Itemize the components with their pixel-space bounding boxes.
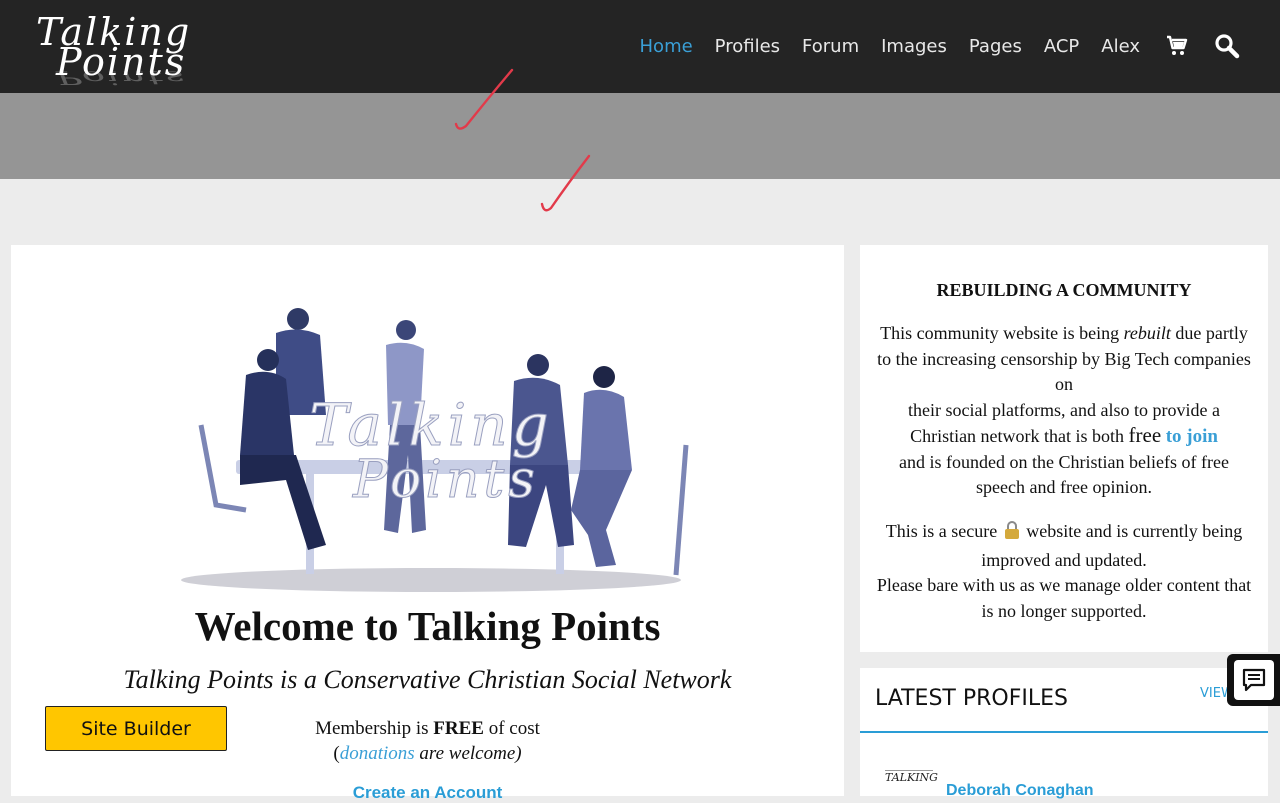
page-title: Welcome to Talking Points <box>194 603 661 649</box>
community-title: REBUILDING A COMMUNITY <box>936 280 1192 300</box>
community-paragraph-1: This community website is being rebuilt … <box>874 321 1254 501</box>
latest-profiles-title: LATEST PROFILES <box>875 686 1068 711</box>
annotation-checkmark-2 <box>540 154 591 212</box>
cart-icon[interactable] <box>1164 33 1190 59</box>
lock-icon <box>1002 520 1022 548</box>
logo-line2: Points <box>56 40 187 84</box>
p2-text-a: This is a secure <box>885 521 998 541</box>
profile-avatar[interactable]: TALKING <box>885 770 938 797</box>
site-logo[interactable]: Talking Points Points <box>34 12 214 89</box>
p2-text-c: Please bare with us as we manage older c… <box>876 575 1252 621</box>
community-info-panel: REBUILDING A COMMUNITY This community we… <box>860 245 1268 652</box>
hero-overlay-line2: Points <box>352 450 539 510</box>
nav-images[interactable]: Images <box>881 36 947 57</box>
nav-home[interactable]: Home <box>640 36 693 57</box>
nav-user-alex[interactable]: Alex <box>1101 36 1140 57</box>
hero-overlay-line1: Talking <box>309 391 553 459</box>
main-nav: Home Profiles Forum Images Pages ACP Ale… <box>618 30 1240 62</box>
chat-icon <box>1233 660 1274 700</box>
join-link[interactable]: to join <box>1166 426 1218 447</box>
nav-pages[interactable]: Pages <box>969 36 1022 57</box>
donations-suffix: are welcome) <box>414 743 522 764</box>
community-paragraph-2: This is a secure website and is currentl… <box>874 519 1254 624</box>
annotation-checkmark-1 <box>454 68 514 130</box>
top-navbar: Talking Points Points Home Profiles Foru… <box>0 0 1280 93</box>
p1-rebuilt: rebuilt <box>1123 323 1171 343</box>
team-meeting-illustration: Talking Points <box>181 308 689 592</box>
p1-free: free <box>1128 423 1162 447</box>
hero-banner-band <box>0 93 1280 179</box>
page-tagline: Talking Points is a Conservative Christi… <box>123 665 732 694</box>
membership-free: FREE <box>433 718 484 739</box>
nav-forum[interactable]: Forum <box>802 36 859 57</box>
site-builder-button[interactable]: Site Builder <box>45 706 227 751</box>
donations-link[interactable]: donations <box>340 743 415 764</box>
membership-prefix: Membership is <box>315 718 434 739</box>
p1-text-d: and is founded on the Christian beliefs … <box>899 451 1229 498</box>
latest-profiles-panel: LATEST PROFILES VIEW TALKING Deborah Con… <box>860 668 1268 799</box>
section-divider <box>860 731 1268 733</box>
create-account-link[interactable]: Create an Account <box>11 783 844 803</box>
membership-suffix: of cost <box>483 718 540 739</box>
search-icon[interactable] <box>1214 33 1240 59</box>
nav-acp[interactable]: ACP <box>1044 36 1079 57</box>
profile-name-link[interactable]: Deborah Conaghan <box>946 782 1094 800</box>
chat-widget-button[interactable] <box>1227 654 1280 706</box>
nav-profiles[interactable]: Profiles <box>715 36 780 57</box>
p1-text-a: This community website is being <box>880 323 1124 343</box>
